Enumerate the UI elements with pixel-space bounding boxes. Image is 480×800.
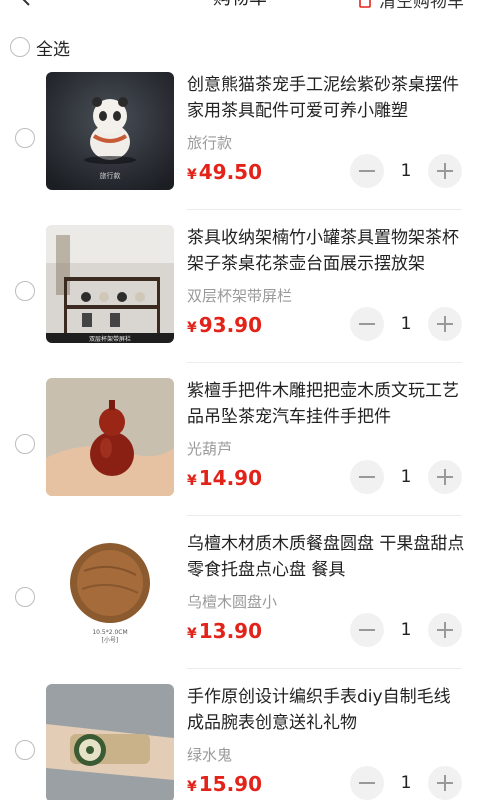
item-select-radio[interactable] [15, 434, 35, 454]
product-image[interactable] [46, 378, 174, 496]
quantity-value[interactable]: 1 [384, 613, 428, 647]
increase-button[interactable] [428, 460, 462, 494]
clear-cart-label: 清空购物车 [379, 0, 464, 12]
product-spec[interactable]: 旅行款 [187, 132, 232, 153]
product-image[interactable]: 双层杯架带屏栏 [46, 225, 174, 343]
price-value: 93.90 [198, 313, 263, 337]
product-spec[interactable]: 乌檀木圆盘小 [187, 591, 277, 612]
select-all-label: 全选 [36, 39, 70, 60]
item-select-radio[interactable] [15, 281, 35, 301]
quantity-stepper: 1 [350, 307, 462, 341]
product-title[interactable]: 茶具收纳架楠竹小罐茶具置物架茶杯架子茶桌花茶壶台面展示摆放架 [187, 225, 467, 277]
quantity-stepper: 1 [350, 460, 462, 494]
price-value: 13.90 [198, 619, 263, 643]
price-value: 14.90 [198, 466, 263, 490]
currency-symbol: ¥ [187, 779, 197, 795]
quantity-value[interactable]: 1 [384, 154, 428, 188]
decrease-button[interactable] [350, 307, 384, 341]
decrease-button[interactable] [350, 766, 384, 800]
thumb-caption: 10.5*2.0CM [92, 629, 127, 636]
divider [187, 515, 462, 516]
item-select-radio[interactable] [15, 128, 35, 148]
product-price: ¥ 15.90 [187, 772, 262, 796]
currency-symbol: ¥ [187, 473, 197, 489]
price-value: 15.90 [198, 772, 263, 796]
currency-symbol: ¥ [187, 320, 197, 336]
product-image[interactable] [46, 684, 174, 800]
product-spec[interactable]: 绿水鬼 [187, 744, 232, 765]
top-bar: 购物车 清空购物车 [0, 0, 480, 14]
quantity-value[interactable]: 1 [384, 766, 428, 800]
increase-button[interactable] [428, 154, 462, 188]
product-title[interactable]: 手作原创设计编织手表diy自制毛线成品腕表创意送礼礼物 [187, 684, 467, 736]
select-all-toggle[interactable]: 全选 [10, 36, 70, 60]
clear-cart-button[interactable]: 清空购物车 [357, 0, 464, 12]
trash-icon [359, 0, 371, 8]
product-price: ¥ 14.90 [187, 466, 262, 490]
quantity-value[interactable]: 1 [384, 307, 428, 341]
product-price: ¥ 93.90 [187, 313, 262, 337]
thumb-caption: 双层杯架带屏栏 [89, 335, 131, 343]
quantity-stepper: 1 [350, 613, 462, 647]
quantity-stepper: 1 [350, 154, 462, 188]
thumb-caption: 旅行款 [100, 171, 121, 180]
cart-item: 10.5*2.0CM [小号] 乌檀木材质木质餐盘圆盘 干果盘甜点零食托盘点心盘… [0, 531, 480, 684]
product-title[interactable]: 创意熊猫茶宠手工泥绘紫砂茶桌摆件家用茶具配件可爱可养小雕塑 [187, 72, 467, 124]
decrease-button[interactable] [350, 460, 384, 494]
product-title[interactable]: 紫檀手把件木雕把把壶木质文玩工艺品吊坠茶宠汽车挂件手把件 [187, 378, 467, 430]
cart-item: 紫檀手把件木雕把把壶木质文玩工艺品吊坠茶宠汽车挂件手把件 光葫芦 ¥ 14.90… [0, 378, 480, 531]
divider [187, 209, 462, 210]
cart-item: 旅行款 创意熊猫茶宠手工泥绘紫砂茶桌摆件家用茶具配件可爱可养小雕塑 旅行款 ¥ … [0, 72, 480, 225]
divider [187, 668, 462, 669]
thumb-caption-size: [小号] [102, 636, 119, 644]
select-all-radio[interactable] [10, 37, 30, 57]
product-title[interactable]: 乌檀木材质木质餐盘圆盘 干果盘甜点零食托盘点心盘 餐具 [187, 531, 467, 583]
product-price: ¥ 49.50 [187, 160, 262, 184]
item-select-radio[interactable] [15, 587, 35, 607]
product-spec[interactable]: 双层杯架带屏栏 [187, 285, 292, 306]
quantity-stepper: 1 [350, 766, 462, 800]
cart-item: 手作原创设计编织手表diy自制毛线成品腕表创意送礼礼物 绿水鬼 ¥ 15.90 … [0, 684, 480, 800]
product-spec[interactable]: 光葫芦 [187, 438, 232, 459]
product-image[interactable]: 10.5*2.0CM [小号] [46, 531, 174, 649]
product-image[interactable]: 旅行款 [46, 72, 174, 190]
decrease-button[interactable] [350, 613, 384, 647]
item-select-radio[interactable] [15, 740, 35, 760]
increase-button[interactable] [428, 307, 462, 341]
decrease-button[interactable] [350, 154, 384, 188]
divider [187, 362, 462, 363]
cart-item: 双层杯架带屏栏 茶具收纳架楠竹小罐茶具置物架茶杯架子茶桌花茶壶台面展示摆放架 双… [0, 225, 480, 378]
increase-button[interactable] [428, 766, 462, 800]
currency-symbol: ¥ [187, 626, 197, 642]
quantity-value[interactable]: 1 [384, 460, 428, 494]
increase-button[interactable] [428, 613, 462, 647]
price-value: 49.50 [198, 160, 263, 184]
currency-symbol: ¥ [187, 167, 197, 183]
product-price: ¥ 13.90 [187, 619, 262, 643]
